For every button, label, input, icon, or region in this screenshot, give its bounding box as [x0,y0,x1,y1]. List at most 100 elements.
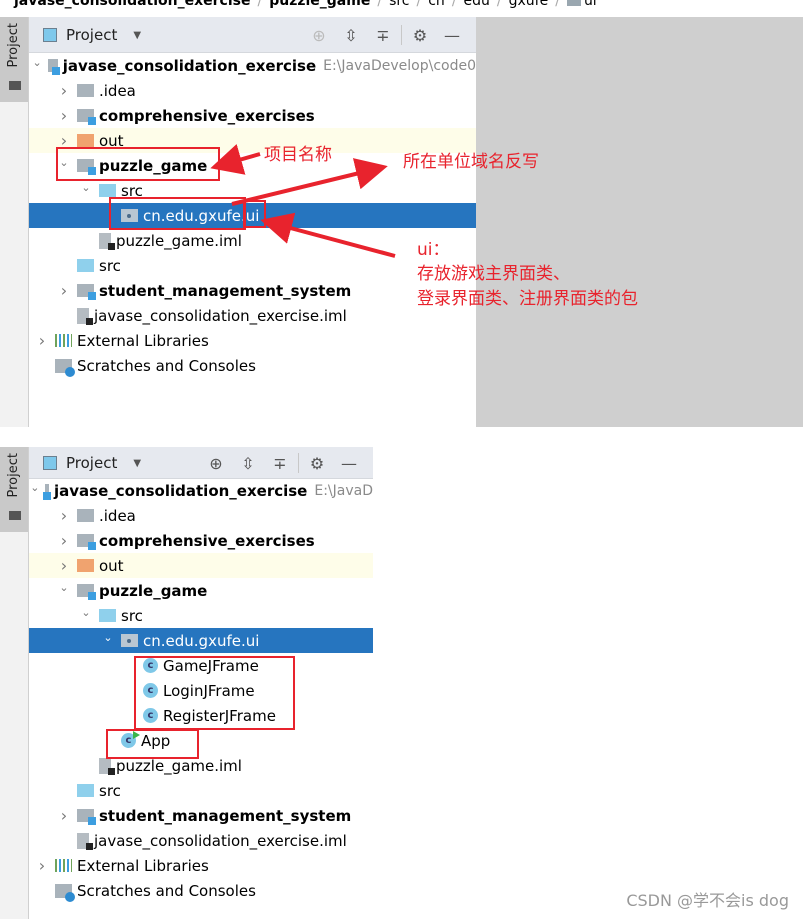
tree-row[interactable]: puzzle_game.iml [29,753,373,778]
breadcrumb-item[interactable]: javase_consolidation_exercise [14,0,250,9]
tree-row[interactable]: › comprehensive_exercises [29,528,373,553]
tree-row[interactable]: › out [29,553,373,578]
watermark: CSDN @学不会is dog [626,891,789,910]
triangle-down-icon[interactable]: ▼ [133,458,141,469]
view-selector[interactable]: Project ▼ [43,26,141,44]
side-tab-project[interactable]: Project [0,447,28,532]
tree-item-label: External Libraries [77,856,209,875]
chevron-down-icon[interactable]: ⌄ [79,606,93,619]
highlight-box-project-name [56,147,220,181]
folder-icon [77,509,94,522]
view-selector[interactable]: Project ▼ [43,454,141,472]
tool-window-actions: ⊕ ⇳ ∓ ⚙ — [200,453,365,473]
gear-icon[interactable]: ⚙ [404,25,436,45]
chevron-right-icon[interactable]: › [57,106,71,125]
tree-row[interactable]: › External Libraries [29,853,373,878]
tree-row[interactable]: › student_management_system [29,278,476,303]
tool-window-actions: ⊕ ⇳ ∓ ⚙ — [303,25,468,45]
chevron-down-icon[interactable]: ⌄ [57,581,71,594]
tree-item-label: puzzle_game.iml [116,756,242,775]
chevron-right-icon[interactable]: › [57,806,71,825]
tree-row[interactable]: ⌄ javase_consolidation_exercise E:\JavaD [29,478,373,503]
source-folder-icon [99,184,116,197]
tree-row[interactable]: ⌄ src [29,603,373,628]
module-path: E:\JavaD [314,482,373,499]
breadcrumb-item[interactable]: src [389,0,409,9]
tree-item-label: src [99,781,121,800]
breadcrumb-separator: / [416,0,422,9]
tree-item-label: javase_consolidation_exercise.iml [94,306,347,325]
tree-row[interactable]: javase_consolidation_exercise.iml [29,303,476,328]
tree-row[interactable]: ⌄ cn.edu.gxufe.ui [29,628,373,653]
breadcrumb-item[interactable]: puzzle_game [269,0,370,9]
tool-window-header: Project ▼ ⊕ ⇳ ∓ ⚙ — [29,17,476,53]
collapse-all-icon[interactable]: ∓ [367,25,399,45]
tree-row[interactable]: › External Libraries [29,328,476,353]
tree-row[interactable]: Scratches and Consoles [29,353,476,378]
chevron-down-icon[interactable]: ⌄ [79,181,93,194]
package-icon [121,634,138,647]
breadcrumb-item[interactable]: cn [428,0,445,9]
tree-row[interactable]: puzzle_game.iml [29,228,476,253]
highlight-box-ui [243,200,266,228]
tree-row[interactable]: c App [29,728,373,753]
locate-icon[interactable]: ⊕ [303,25,335,45]
chevron-down-icon[interactable]: ⌄ [33,56,42,69]
chevron-right-icon[interactable]: › [57,556,71,575]
hide-icon[interactable]: — [333,453,365,473]
annotation-ui-line1: 存放游戏主界面类、 [417,264,570,284]
tree-row[interactable]: ⌄ puzzle_game [29,578,373,603]
module-folder-icon [77,109,96,125]
side-tab-project[interactable]: Project [0,17,28,102]
tree-item-label: src [99,256,121,275]
chevron-right-icon[interactable]: › [57,81,71,100]
chevron-right-icon[interactable]: › [35,331,49,350]
tree-row[interactable]: src [29,253,476,278]
tree-row[interactable]: Scratches and Consoles [29,878,373,903]
chevron-down-icon[interactable]: ⌄ [30,481,39,494]
hide-icon[interactable]: — [436,25,468,45]
chevron-right-icon[interactable]: › [35,856,49,875]
triangle-down-icon[interactable]: ▼ [133,30,141,41]
module-folder-icon [43,484,51,500]
breadcrumb-item[interactable]: gxufe [509,0,549,9]
tree-row[interactable]: › .idea [29,503,373,528]
chevron-right-icon[interactable]: › [57,531,71,550]
tree-row[interactable]: src [29,778,373,803]
locate-icon[interactable]: ⊕ [200,453,232,473]
project-panel-after: Project Project ▼ ⊕ ⇳ ∓ ⚙ — ⌄ javase_cons… [0,447,803,919]
chevron-down-icon[interactable]: ⌄ [101,631,115,644]
expand-all-icon[interactable]: ⇳ [335,25,367,45]
gear-icon[interactable]: ⚙ [301,453,333,473]
tree-row[interactable]: ⌄ javase_consolidation_exercise E:\JavaDev… [29,53,476,78]
highlight-box-domain [109,197,246,230]
tree-row[interactable]: › .idea [29,78,476,103]
tree-item-label: External Libraries [77,331,209,350]
tree-row[interactable]: › student_management_system [29,803,373,828]
breadcrumb-label: edu [463,0,490,9]
tree-item-label: Scratches and Consoles [77,356,256,375]
chevron-right-icon[interactable]: › [57,506,71,525]
tree-row[interactable]: › comprehensive_exercises [29,103,476,128]
breadcrumb-label: src [389,0,410,9]
breadcrumb-item[interactable]: edu [464,0,490,9]
annotation-project-name: 项目名称 [264,145,332,165]
scratches-icon [55,883,75,902]
expand-all-icon[interactable]: ⇳ [232,453,264,473]
tree-item-label: src [121,606,143,625]
module-folder-icon [47,59,60,75]
tree-item-label: Scratches and Consoles [77,881,256,900]
chevron-right-icon[interactable]: › [57,281,71,300]
breadcrumb-label: ui [583,0,597,9]
breadcrumb-item[interactable]: ui [566,0,597,9]
tree-row[interactable]: javase_consolidation_exercise.iml [29,828,373,853]
breadcrumb-label: gxufe [508,0,549,9]
output-folder-icon [77,134,94,147]
package-icon [566,0,581,6]
folder-icon [77,84,94,97]
breadcrumb-label: puzzle_game [269,0,371,9]
annotation-ui-title: ui： [417,240,450,260]
collapse-all-icon[interactable]: ∓ [264,453,296,473]
source-folder-icon [99,609,116,622]
module-file-icon [77,307,93,325]
